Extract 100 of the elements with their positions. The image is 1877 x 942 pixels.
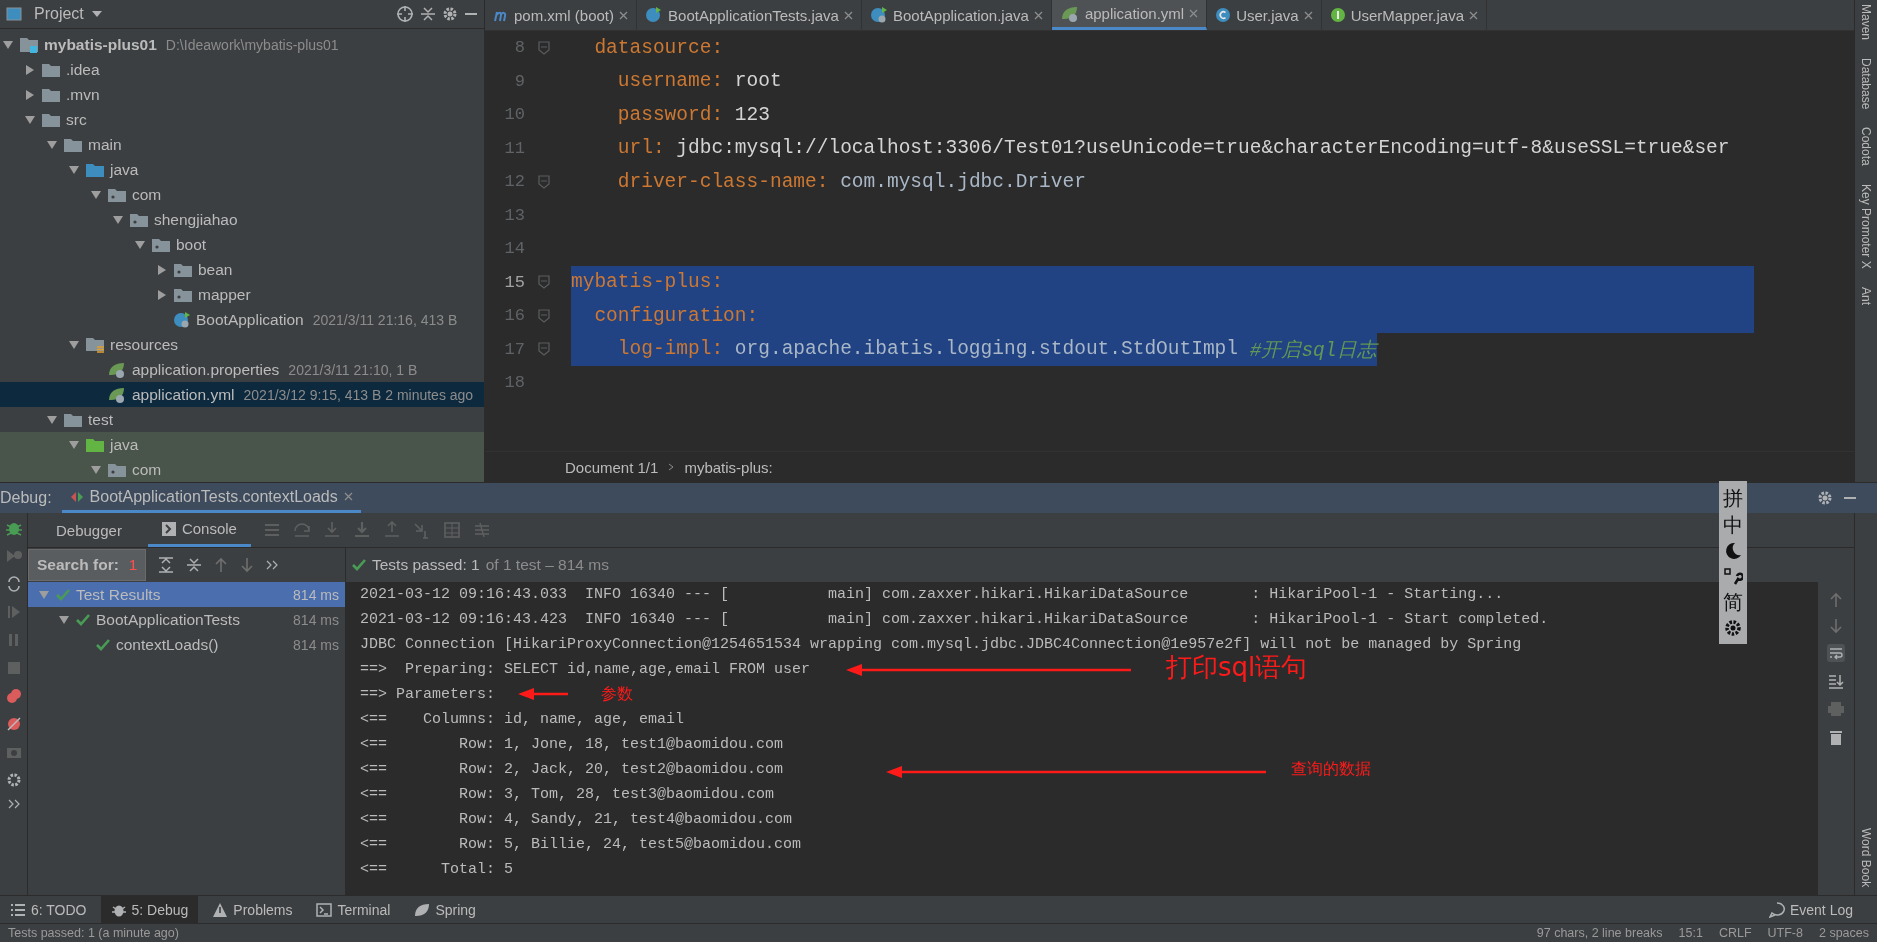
test-result-row[interactable]: BootApplicationTests 814 ms	[28, 607, 345, 632]
status-item[interactable]: 2 spaces	[1818, 926, 1869, 940]
tool-window-button[interactable]: Terminal	[306, 896, 401, 923]
trace-icon[interactable]	[472, 521, 491, 539]
tool-window-button[interactable]: Problems	[202, 896, 303, 923]
tool-window-button[interactable]: Spring	[404, 896, 486, 923]
tool-window-tab[interactable]: Codota	[1859, 127, 1873, 167]
settings-icon[interactable]	[442, 6, 458, 22]
fold-marker-icon[interactable]	[538, 308, 550, 323]
collapse-arrow-icon[interactable]	[69, 439, 79, 450]
tool-window-button[interactable]: 6: TODO	[0, 896, 97, 923]
rerun-icon[interactable]	[4, 547, 23, 565]
collapse-arrow-icon[interactable]	[91, 189, 101, 200]
collapse-arrow-icon[interactable]	[59, 614, 69, 625]
ime-button[interactable]: 简	[1723, 591, 1743, 613]
status-item[interactable]: UTF-8	[1767, 926, 1803, 940]
arrow-up-icon[interactable]	[214, 557, 229, 573]
tree-item[interactable]: mybatis-plus01 D:\Ideawork\mybatis-plus01	[0, 32, 484, 57]
tool-window-tab[interactable]: Database	[1859, 58, 1873, 110]
collapse-arrow-icon[interactable]	[47, 414, 57, 425]
breadcrumb[interactable]: Document 1/1	[565, 458, 659, 476]
expand-arrow-icon[interactable]	[157, 264, 167, 275]
tree-item[interactable]: bean	[0, 257, 484, 282]
fold-marker-icon[interactable]	[538, 275, 550, 290]
collapse-arrow-icon[interactable]	[69, 164, 79, 175]
expand-arrow-icon[interactable]	[25, 89, 35, 100]
locate-icon[interactable]	[396, 5, 414, 23]
collapse-arrow-icon[interactable]	[69, 339, 79, 350]
ime-button[interactable]: 拼	[1723, 487, 1743, 509]
tree-item[interactable]: boot	[0, 232, 484, 257]
ime-button[interactable]: 中	[1723, 514, 1743, 536]
tool-window-tab[interactable]: Key Promoter X	[1859, 184, 1873, 269]
close-icon[interactable]	[343, 492, 353, 501]
tree-item[interactable]: test	[0, 407, 484, 432]
expand-all-icon[interactable]	[158, 557, 175, 573]
tree-item[interactable]: main	[0, 132, 484, 157]
editor-tab[interactable]: BootApplication.java	[861, 0, 1052, 30]
tree-item[interactable]: mapper	[0, 282, 484, 307]
tree-item[interactable]: application.yml 2021/3/12 9:15, 413 B 2 minutes ago	[0, 382, 484, 407]
tool-window-button[interactable]: 5: Debug	[100, 896, 199, 923]
session-tab[interactable]: BootApplicationTests.contextLoads	[61, 483, 361, 513]
tree-item[interactable]: com	[0, 182, 484, 207]
tree-item[interactable]: resources	[0, 332, 484, 357]
breadcrumb[interactable]: mybatis-plus:	[684, 458, 773, 476]
debug-tab[interactable]: Debugger	[42, 513, 136, 547]
trash-icon[interactable]	[1827, 728, 1845, 746]
step-out-icon[interactable]	[382, 521, 401, 539]
editor-tab[interactable]: UserMapper.java	[1321, 0, 1488, 30]
collapse-arrow-icon[interactable]	[3, 39, 13, 50]
tool-window-tab[interactable]: Ant	[1859, 286, 1873, 305]
editor-tab[interactable]: application.yml	[1051, 0, 1208, 30]
tool-window-tab[interactable]: Word Book	[1859, 827, 1873, 887]
force-step-into-icon[interactable]	[352, 521, 371, 539]
step-over-icon[interactable]	[292, 521, 311, 539]
collapse-arrow-icon[interactable]	[135, 239, 145, 250]
status-item[interactable]: 15:1	[1678, 926, 1703, 940]
collapse-arrow-icon[interactable]	[113, 214, 123, 225]
run-to-cursor-icon[interactable]	[412, 521, 431, 539]
status-item[interactable]: CRLF	[1718, 926, 1752, 940]
collapse-arrow-icon[interactable]	[47, 139, 57, 150]
close-icon[interactable]	[619, 10, 629, 20]
expand-arrow-icon[interactable]	[25, 64, 35, 75]
fold-marker-icon[interactable]	[538, 174, 550, 189]
collapse-arrow-icon[interactable]	[91, 464, 101, 475]
event-log-button[interactable]: Event Log	[1758, 896, 1863, 923]
print-icon[interactable]	[1827, 700, 1845, 718]
tree-item[interactable]: src	[0, 107, 484, 132]
close-icon[interactable]	[1303, 10, 1313, 20]
tree-item[interactable]: shengjiahao	[0, 207, 484, 232]
more-icon[interactable]	[7, 799, 20, 809]
moon-icon[interactable]	[1723, 541, 1743, 561]
close-icon[interactable]	[1469, 10, 1479, 20]
editor-tab[interactable]: pom.xml (boot)	[485, 0, 638, 30]
close-icon[interactable]	[1033, 10, 1043, 20]
tree-item[interactable]: BootApplication 2021/3/11 21:16, 413 B	[0, 307, 484, 332]
search-popup[interactable]: Search for: 1	[28, 549, 147, 581]
expand-arrow-icon[interactable]	[157, 289, 167, 300]
close-icon[interactable]	[1189, 9, 1199, 18]
more-icon[interactable]	[266, 560, 279, 570]
collapse-all-icon[interactable]	[186, 557, 203, 573]
step-into-icon[interactable]	[322, 521, 341, 539]
tree-item[interactable]: java	[0, 432, 484, 457]
editor-tab[interactable]: BootApplicationTests.java	[637, 0, 862, 30]
scroll-to-end-icon[interactable]	[1827, 672, 1845, 690]
status-item[interactable]: 97 chars, 2 line breaks	[1536, 926, 1663, 940]
tree-item[interactable]: application.properties 2021/3/11 21:10, 1 B	[0, 357, 484, 382]
test-result-row[interactable]: contextLoads() 814 ms	[28, 632, 345, 657]
tree-item[interactable]: .idea	[0, 57, 484, 82]
arrow-up-icon[interactable]	[1829, 592, 1843, 608]
collapse-all-icon[interactable]	[420, 6, 436, 22]
punctuation-icon[interactable]	[1723, 566, 1743, 586]
list-icon[interactable]	[262, 521, 281, 539]
arrow-down-icon[interactable]	[1829, 618, 1843, 634]
tree-item[interactable]: com	[0, 457, 484, 482]
collapse-arrow-icon[interactable]	[39, 589, 49, 600]
tree-item[interactable]: java	[0, 157, 484, 182]
fold-marker-icon[interactable]	[538, 40, 550, 55]
fold-marker-icon[interactable]	[538, 342, 550, 357]
breakpoints-icon[interactable]	[4, 687, 23, 705]
project-view-dropdown[interactable]: Project	[28, 4, 108, 24]
